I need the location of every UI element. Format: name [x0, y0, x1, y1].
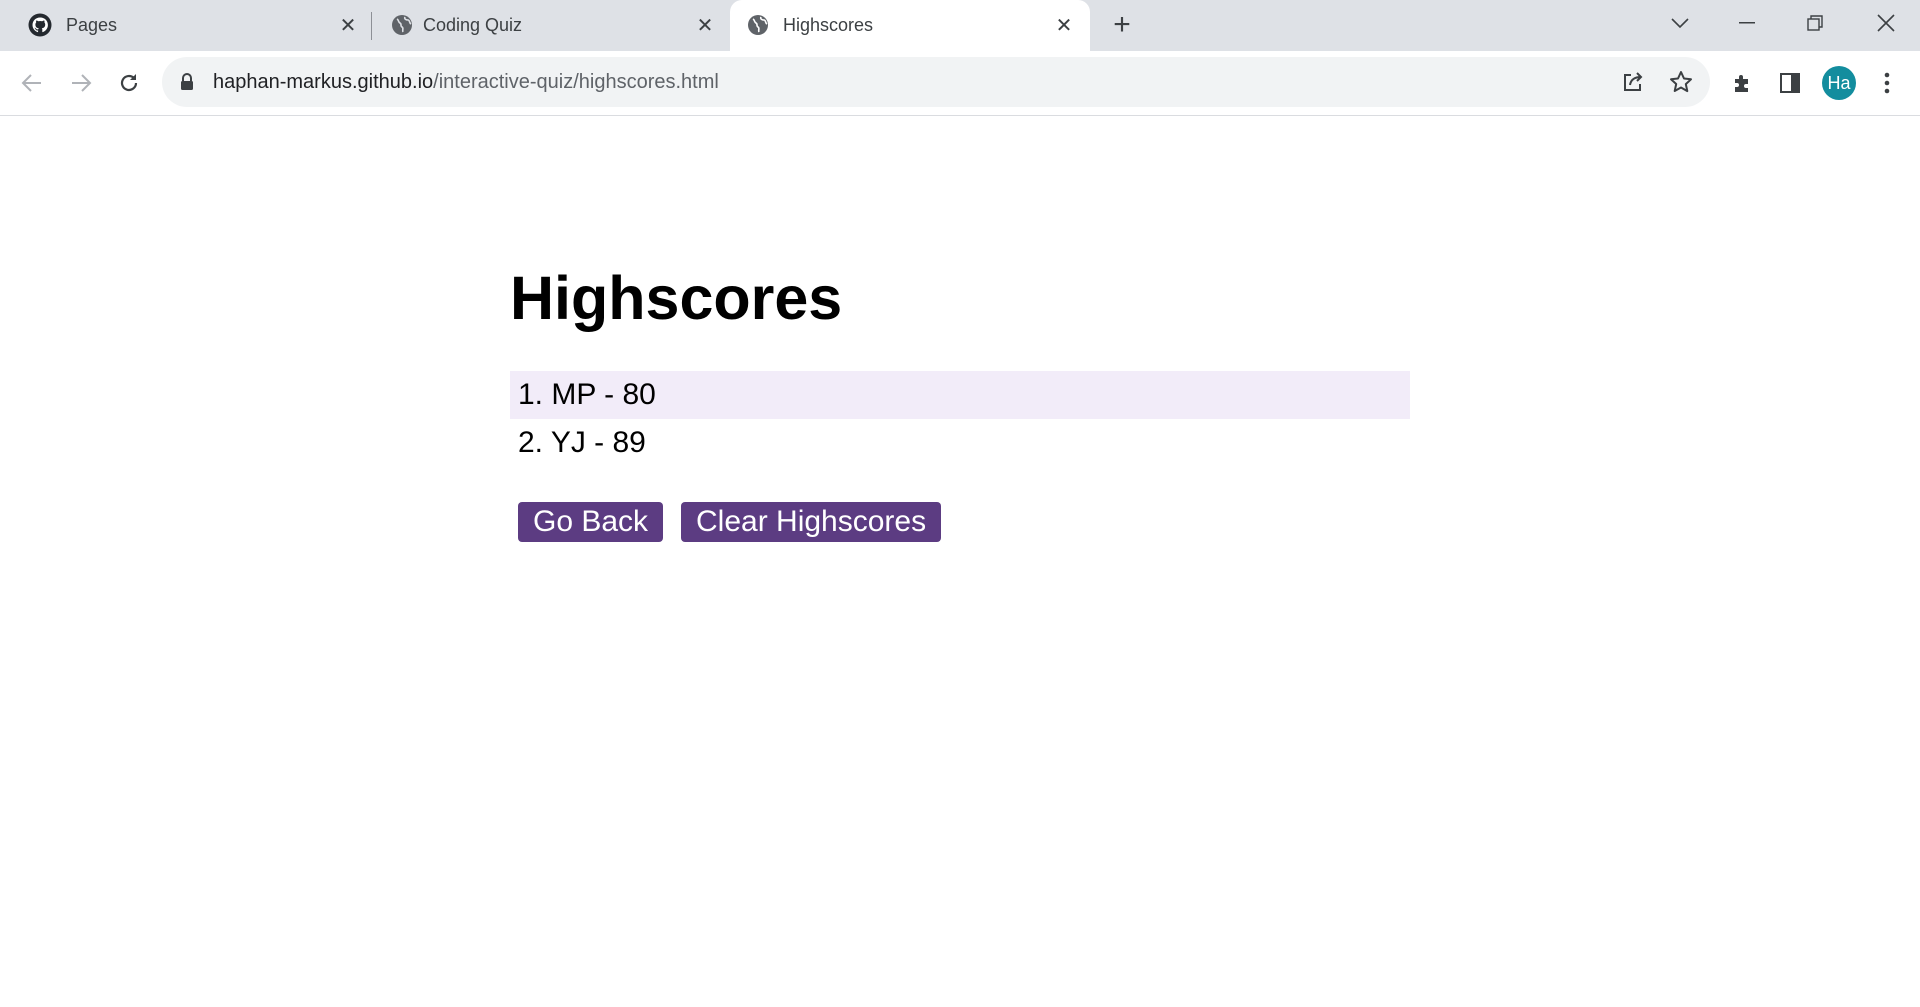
globe-icon — [748, 15, 768, 35]
tab-pages[interactable]: Pages ✕ — [0, 0, 362, 51]
url-host: haphan-markus.github.io — [213, 71, 434, 93]
new-tab-button[interactable]: + — [1108, 10, 1136, 40]
go-back-button[interactable]: Go Back — [518, 502, 664, 542]
browser-toolbar: haphan-markus.github.io/interactive-quiz… — [0, 51, 1920, 116]
tab-title: Pages — [66, 15, 118, 35]
extensions-icon[interactable] — [1728, 68, 1758, 98]
tab-title: Highscores — [783, 15, 874, 35]
globe-icon — [392, 15, 412, 35]
share-icon[interactable] — [1620, 69, 1646, 95]
url-text[interactable]: haphan-markus.github.io/interactive-quiz… — [213, 71, 719, 94]
tab-strip: Pages ✕ Coding Quiz ✕ Highscores ✕ + — [0, 0, 1920, 51]
bookmark-star-icon[interactable] — [1668, 69, 1694, 95]
back-icon[interactable] — [17, 68, 47, 98]
menu-kebab-icon[interactable] — [1872, 68, 1902, 98]
close-tab-icon[interactable]: ✕ — [1051, 12, 1077, 38]
tab-coding-quiz[interactable]: Coding Quiz ✕ — [362, 0, 724, 51]
tab-highscores[interactable]: Highscores ✕ — [730, 0, 1090, 51]
highscore-item: 1. MP - 80 — [510, 371, 1410, 419]
profile-avatar[interactable]: Ha — [1822, 66, 1856, 100]
url-path: /interactive-quiz/highscores.html — [433, 71, 719, 93]
highscore-item: 2. YJ - 89 — [518, 426, 646, 459]
close-tab-icon[interactable]: ✕ — [692, 12, 718, 38]
close-window-icon[interactable] — [1866, 8, 1906, 38]
side-panel-icon[interactable] — [1775, 68, 1805, 98]
address-bar[interactable]: haphan-markus.github.io/interactive-quiz… — [162, 57, 1710, 107]
restore-icon[interactable] — [1795, 8, 1835, 38]
highscores-list: 1. MP - 80 2. YJ - 89 — [510, 371, 1410, 467]
close-tab-icon[interactable]: ✕ — [335, 12, 361, 38]
github-icon — [28, 13, 52, 37]
lock-icon[interactable] — [180, 73, 194, 91]
clear-highscores-button[interactable]: Clear Highscores — [681, 502, 942, 542]
minimize-icon[interactable] — [1727, 8, 1767, 38]
forward-icon[interactable] — [66, 68, 96, 98]
tab-search-icon[interactable] — [1660, 8, 1700, 38]
tab-title: Coding Quiz — [423, 15, 523, 35]
page-title: Highscores — [510, 264, 843, 332]
reload-icon[interactable] — [114, 68, 144, 98]
